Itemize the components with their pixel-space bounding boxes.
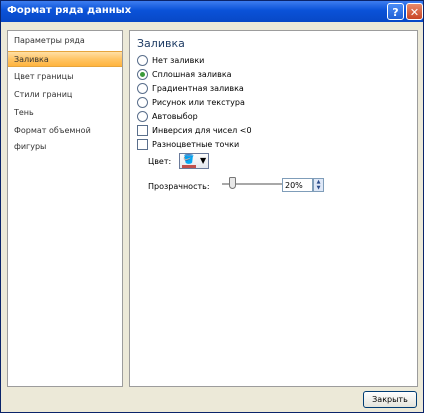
radio-button[interactable] [137, 97, 148, 108]
radio-label: Рисунок или текстура [152, 98, 245, 107]
paint-bucket-icon: 🪣 [183, 155, 195, 165]
transparency-label: Прозрачность: [148, 182, 210, 191]
sidebar-item-border-styles[interactable]: Стили границ [8, 87, 122, 103]
category-list: Параметры ряда Заливка Цвет границы Стил… [7, 30, 123, 387]
radio-label: Сплошная заливка [152, 70, 232, 79]
section-title: Заливка [137, 37, 185, 50]
checkbox[interactable] [137, 125, 148, 136]
radio-label: Градиентная заливка [152, 84, 244, 93]
close-button[interactable]: Закрыть [363, 391, 417, 408]
transparency-slider-thumb[interactable] [229, 177, 236, 189]
sidebar-item-3d-format[interactable]: Формат объемной фигуры [8, 123, 122, 151]
title-bar: Формат ряда данных ? ✕ [1, 1, 423, 22]
sidebar-item-shadow[interactable]: Тень [8, 105, 122, 121]
radio-gradient-fill[interactable]: Градиентная заливка [137, 82, 244, 95]
radio-label: Нет заливки [152, 56, 205, 65]
radio-picture-texture[interactable]: Рисунок или текстура [137, 96, 245, 109]
sidebar-item-series-options[interactable]: Параметры ряда [8, 33, 122, 49]
radio-automatic[interactable]: Автовыбор [137, 110, 198, 123]
color-picker-button[interactable]: 🪣 ▼ [179, 153, 209, 169]
transparency-input[interactable]: 20% [282, 178, 313, 192]
checkbox[interactable] [137, 139, 148, 150]
spin-down-icon[interactable]: ▼ [314, 185, 323, 191]
window-title: Формат ряда данных [7, 5, 132, 16]
radio-button-selected[interactable] [137, 69, 148, 80]
close-window-button[interactable]: ✕ [406, 3, 423, 20]
checkbox-vary-colors[interactable]: Разноцветные точки [137, 138, 239, 151]
radio-no-fill[interactable]: Нет заливки [137, 54, 204, 67]
checkbox-label: Инверсия для чисел <0 [152, 126, 252, 135]
fill-panel: Заливка Нет заливки Сплошная заливка Гра… [129, 30, 418, 387]
radio-button[interactable] [137, 55, 148, 66]
radio-button[interactable] [137, 83, 148, 94]
checkbox-invert-negative[interactable]: Инверсия для чисел <0 [137, 124, 252, 137]
radio-solid-fill[interactable]: Сплошная заливка [137, 68, 232, 81]
transparency-spinner[interactable]: ▲ ▼ [313, 178, 324, 192]
color-swatch [182, 165, 196, 168]
sidebar-item-border-color[interactable]: Цвет границы [8, 69, 122, 85]
sidebar-item-fill[interactable]: Заливка [8, 51, 122, 67]
chevron-down-icon: ▼ [200, 156, 207, 165]
format-series-dialog: Формат ряда данных ? ✕ Параметры ряда За… [0, 0, 424, 413]
help-button[interactable]: ? [387, 3, 404, 20]
radio-button[interactable] [137, 111, 148, 122]
checkbox-label: Разноцветные точки [152, 140, 240, 149]
color-label: Цвет: [148, 157, 172, 166]
radio-label: Автовыбор [152, 112, 198, 121]
